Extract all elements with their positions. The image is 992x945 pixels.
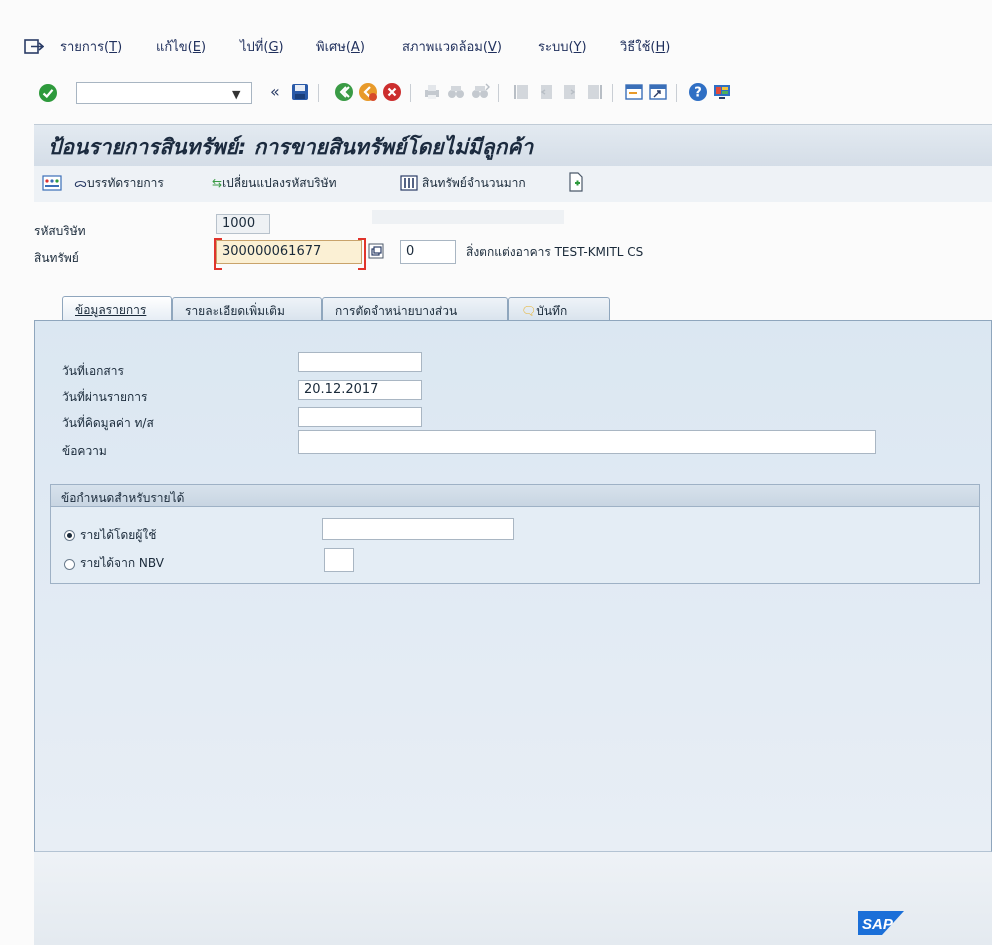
mass-assets-icon — [400, 175, 418, 191]
find-next-icon[interactable] — [470, 82, 490, 102]
manual-revenue-label: รายได้โดยผู้ใช้ — [80, 528, 157, 542]
note-icon: 🗨 — [521, 304, 537, 318]
text-label: ข้อความ — [62, 444, 107, 458]
next-page-icon[interactable] — [560, 82, 580, 102]
create-session-icon[interactable] — [624, 82, 644, 102]
revenue-group-title: ข้อกำหนดสำหรับรายได้ — [61, 491, 185, 505]
document-date-label: วันที่เอกสาร — [62, 364, 124, 378]
customize-layout-icon[interactable] — [712, 82, 732, 102]
exit-icon[interactable] — [358, 82, 378, 102]
menu-bar: รายการ(T) แก้ไข(E) ไปที่(G) พิเศษ(A) สภา… — [0, 30, 992, 64]
posting-date-input[interactable]: 20.12.2017 — [298, 380, 422, 400]
tab-note[interactable]: 🗨บันทึก — [508, 297, 610, 321]
post-document-icon[interactable] — [42, 175, 62, 191]
tab-partial-retirement[interactable]: การตัดจำหน่ายบางส่วน — [322, 297, 508, 321]
cancel-icon[interactable] — [382, 82, 402, 102]
menu-item-system[interactable]: ระบบ(Y) — [538, 36, 587, 57]
print-icon[interactable] — [422, 82, 442, 102]
menu-item-list[interactable]: รายการ(T) — [60, 36, 122, 57]
posting-date-label: วันที่ผ่านรายการ — [62, 390, 148, 404]
asset-subnumber-input[interactable]: 0 — [400, 240, 456, 264]
nbv-revenue-label: รายได้จาก NBV — [80, 556, 164, 570]
command-dropdown-icon[interactable]: ▼ — [232, 88, 240, 101]
value-date-label: วันที่คิดมูลค่า ท/ส — [62, 416, 154, 430]
change-company-icon: ⇆ — [212, 176, 223, 190]
system-toolbar: ▼ « ? — [0, 74, 992, 112]
menu-item-edit[interactable]: แก้ไข(E) — [156, 36, 206, 57]
status-bar — [34, 852, 992, 945]
enter-icon[interactable] — [38, 83, 58, 103]
new-document-icon[interactable] — [568, 172, 584, 192]
required-marker-right — [358, 238, 366, 270]
tab-additional-details[interactable]: รายละเอียดเพิ่มเติม — [172, 297, 322, 321]
search-help-icon[interactable] — [368, 243, 384, 259]
required-marker-left — [214, 238, 222, 270]
manual-revenue-radio[interactable] — [64, 530, 75, 541]
first-page-icon[interactable] — [512, 82, 532, 102]
last-page-icon[interactable] — [584, 82, 604, 102]
company-code-field: 1000 — [216, 214, 270, 234]
command-field[interactable] — [76, 82, 252, 104]
asset-number-input[interactable]: 300000061677 — [216, 240, 362, 264]
history-back-glyph[interactable]: « — [270, 82, 280, 101]
find-icon[interactable] — [446, 82, 466, 102]
revenue-group-header: ข้อกำหนดสำหรับรายได้ — [51, 485, 979, 507]
sap-logo: SAP — [858, 911, 904, 935]
manual-revenue-input[interactable] — [322, 518, 514, 540]
svg-text:?: ? — [694, 86, 702, 101]
help-icon[interactable]: ? — [688, 82, 708, 102]
nbv-revenue-input[interactable] — [324, 548, 354, 572]
shortcut-icon[interactable] — [648, 82, 668, 102]
application-toolbar: ᯅบรรทัดรายการ ⇆เปลี่ยนแปลงรหัสบริษัท สิน… — [34, 166, 992, 202]
text-input[interactable] — [298, 430, 876, 454]
line-items-button[interactable]: ᯅบรรทัดรายการ — [74, 174, 164, 193]
menu-item-environment[interactable]: สภาพแวดล้อม(V) — [402, 36, 502, 57]
screen-title: ป้อนรายการสินทรัพย์: การขายสินทรัพย์โดยไ… — [48, 135, 534, 159]
menu-item-help[interactable]: วิธีใช้(H) — [620, 36, 670, 57]
save-icon[interactable] — [290, 82, 310, 102]
menu-item-goto[interactable]: ไปที่(G) — [240, 36, 284, 57]
menu-item-extras[interactable]: พิเศษ(A) — [316, 36, 365, 57]
mass-assets-button[interactable]: สินทรัพย์จำนวนมาก — [422, 174, 526, 193]
tab-panel-item-data — [34, 320, 992, 852]
glasses-icon: ᯅ — [74, 176, 87, 190]
screen-title-bar: ป้อนรายการสินทรัพย์: การขายสินทรัพย์โดยไ… — [34, 124, 992, 167]
asset-description: สิ่งตกแต่งอาคาร TEST-KMITL CS — [466, 245, 644, 259]
company-code-label: รหัสบริษัท — [34, 224, 86, 238]
previous-page-icon[interactable] — [536, 82, 556, 102]
change-company-code-button[interactable]: ⇆เปลี่ยนแปลงรหัสบริษัท — [212, 174, 337, 193]
document-date-input[interactable] — [298, 352, 422, 372]
menu-toggle-icon[interactable] — [24, 38, 44, 56]
tab-item-data[interactable]: ข้อมูลรายการ — [62, 296, 172, 322]
back-icon[interactable] — [334, 82, 354, 102]
company-name-placeholder — [372, 210, 564, 224]
asset-label: สินทรัพย์ — [34, 251, 79, 265]
svg-text:SAP: SAP — [862, 916, 894, 933]
value-date-input[interactable] — [298, 407, 422, 427]
revenue-group-box: ข้อกำหนดสำหรับรายได้ — [50, 484, 980, 584]
nbv-revenue-radio[interactable] — [64, 559, 75, 570]
